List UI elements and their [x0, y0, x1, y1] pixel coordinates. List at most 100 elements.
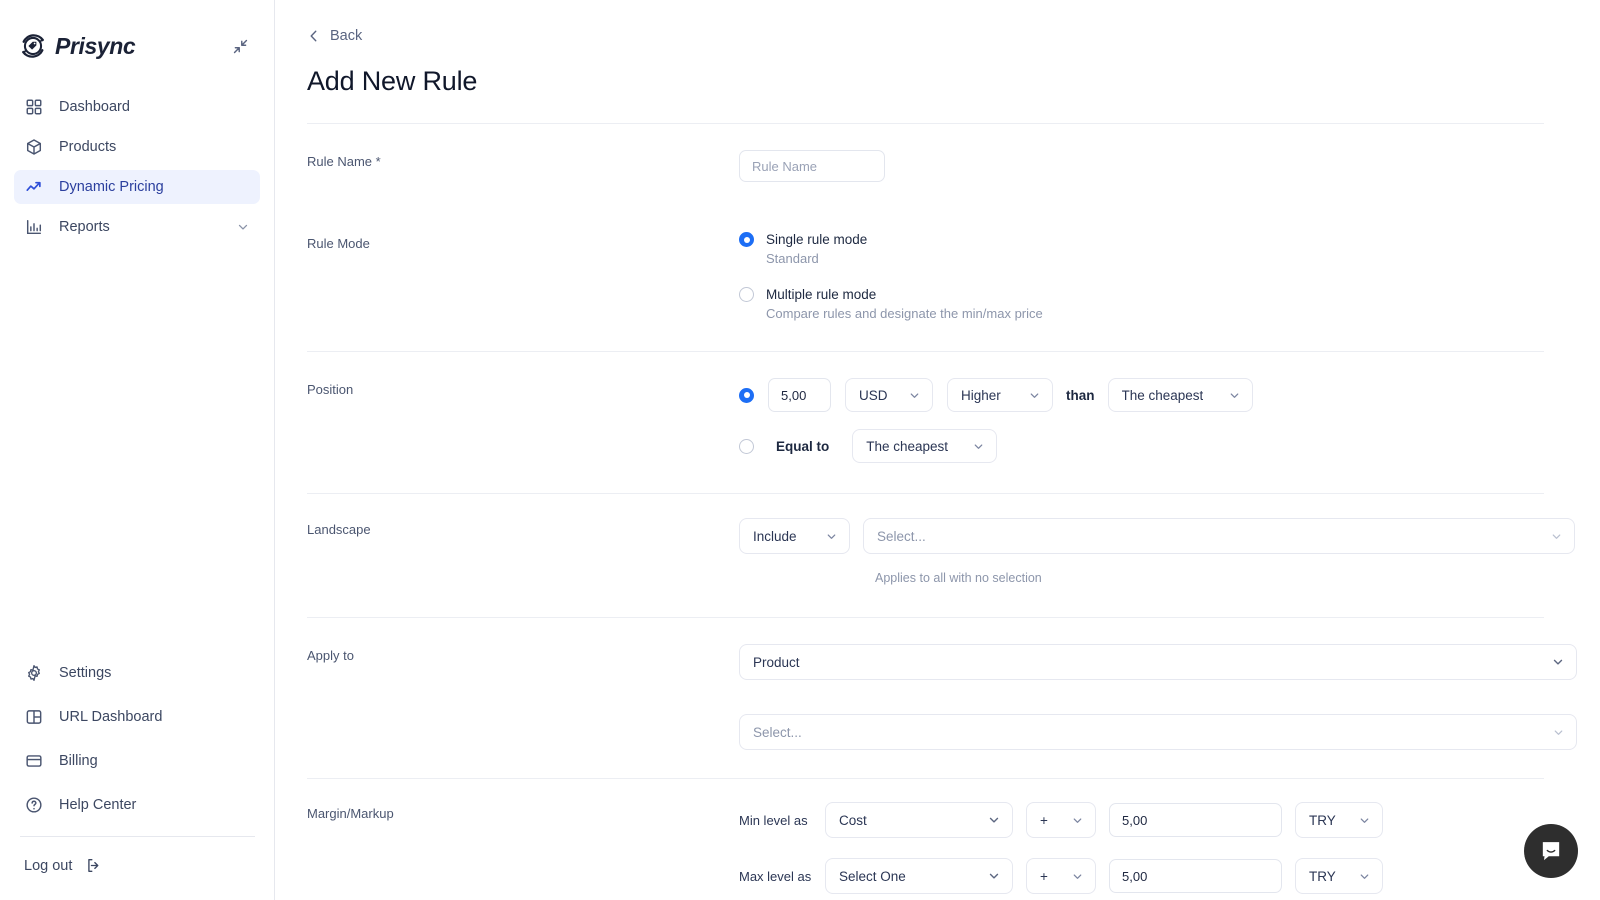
option-subtitle: Standard — [766, 251, 867, 266]
divider-apply-to — [307, 778, 1544, 779]
logout-icon — [85, 857, 102, 874]
chevron-down-icon — [1061, 870, 1084, 883]
position-target-select[interactable]: The cheapest — [1108, 378, 1253, 412]
landscape-mode-select[interactable]: Include — [739, 518, 850, 554]
select-value: Select One — [839, 869, 906, 884]
select-value: USD — [859, 388, 888, 403]
max-level-operator-select[interactable]: + — [1026, 858, 1096, 894]
collapse-sidebar-icon[interactable] — [228, 34, 252, 58]
max-level-currency-select[interactable]: TRY — [1295, 858, 1383, 894]
rule-mode-option-multiple[interactable]: Multiple rule mode Compare rules and des… — [739, 287, 1544, 321]
radio-single-rule-mode[interactable] — [739, 232, 754, 247]
question-circle-icon — [24, 795, 44, 815]
sidebar-item-label: Dynamic Pricing — [59, 179, 164, 195]
min-level-basis-select[interactable]: Cost — [825, 802, 1013, 838]
back-button[interactable]: Back — [307, 28, 387, 44]
logout-button[interactable]: Log out — [14, 837, 261, 900]
field-label: Landscape — [307, 518, 739, 537]
field-label: Rule Mode — [307, 232, 739, 251]
select-value: Higher — [961, 388, 1001, 403]
sidebar-item-dashboard[interactable]: Dashboard — [14, 90, 260, 124]
apply-to-items-select[interactable]: Select... — [739, 714, 1577, 750]
position-equal-target-select[interactable]: The cheapest — [852, 429, 997, 463]
main-content: Back Add New Rule Rule Name * Rule Mode … — [275, 0, 1600, 900]
sidebar-item-reports[interactable]: Reports — [14, 210, 260, 244]
min-level-operator-select[interactable]: + — [1026, 802, 1096, 838]
credit-card-icon — [24, 751, 44, 771]
sidebar-item-label: Dashboard — [59, 99, 130, 115]
sidebar-item-settings[interactable]: Settings — [14, 656, 261, 690]
radio-multiple-rule-mode[interactable] — [739, 287, 754, 302]
chevron-down-icon — [1348, 870, 1371, 883]
chevron-down-icon — [1542, 726, 1565, 739]
chevron-left-icon — [307, 29, 321, 43]
sidebar-item-products[interactable]: Products — [14, 130, 260, 164]
min-level-currency-select[interactable]: TRY — [1295, 802, 1383, 838]
brand-row: Prisync — [0, 0, 274, 66]
grid-icon — [24, 97, 44, 117]
min-level-label: Min level as — [739, 813, 825, 828]
box-icon — [24, 137, 44, 157]
chevron-down-icon — [977, 869, 1001, 883]
chat-widget-button[interactable] — [1524, 824, 1578, 878]
option-title: Multiple rule mode — [766, 287, 1043, 302]
sidebar-item-label: Products — [59, 139, 116, 155]
gear-icon — [24, 663, 44, 683]
prisync-logo-icon — [18, 31, 48, 61]
select-value: The cheapest — [866, 439, 948, 454]
trend-up-icon — [24, 177, 44, 197]
select-value: TRY — [1309, 813, 1336, 828]
apply-to-scope-select[interactable]: Product — [739, 644, 1577, 680]
max-level-basis-select[interactable]: Select One — [825, 858, 1013, 894]
margin-row-max: Max level as Select One + — [739, 858, 1544, 894]
rule-mode-option-single[interactable]: Single rule mode Standard — [739, 232, 1544, 266]
field-label: Rule Name * — [307, 150, 739, 169]
chevron-down-icon — [1348, 814, 1371, 827]
position-direction-select[interactable]: Higher — [947, 378, 1053, 412]
back-label: Back — [330, 28, 362, 44]
page-title: Add New Rule — [307, 66, 1600, 97]
chevron-down-icon — [1541, 655, 1565, 669]
chevron-down-icon — [815, 530, 838, 543]
field-rule-name: Rule Name * — [307, 150, 1544, 182]
messenger-chat-icon — [1538, 838, 1564, 864]
landscape-items-select[interactable]: Select... — [863, 518, 1575, 554]
select-value: Product — [753, 655, 800, 670]
max-level-amount-input[interactable] — [1109, 859, 1282, 893]
radio-position-offset[interactable] — [739, 388, 754, 403]
sidebar-nav-primary: Dashboard Products Dyn — [0, 90, 274, 244]
rule-name-input[interactable] — [739, 150, 885, 182]
select-value: Include — [753, 529, 797, 544]
field-position: Position USD Higher — [307, 378, 1544, 463]
position-than-label: than — [1066, 388, 1095, 403]
position-option-equal: Equal to The cheapest — [739, 429, 1544, 463]
position-option-offset: USD Higher than The cheapest — [739, 378, 1544, 412]
divider-title — [307, 123, 1544, 124]
field-landscape: Landscape Include Select... — [307, 518, 1544, 585]
chevron-down-icon — [962, 440, 985, 453]
divider-position — [307, 493, 1544, 494]
sidebar-item-url-dashboard[interactable]: URL Dashboard — [14, 700, 261, 734]
sidebar-item-dynamic-pricing[interactable]: Dynamic Pricing — [14, 170, 260, 204]
field-label: Margin/Markup — [307, 802, 739, 821]
chevron-down-icon[interactable] — [236, 220, 250, 234]
select-placeholder: Select... — [877, 529, 926, 544]
sidebar-item-help-center[interactable]: Help Center — [14, 788, 261, 822]
brand-name: Prisync — [55, 33, 135, 60]
field-margin-markup: Margin/Markup Min level as Cost + — [307, 802, 1544, 894]
divider-landscape — [307, 617, 1544, 618]
chevron-down-icon — [977, 813, 1001, 827]
bar-chart-icon — [24, 217, 44, 237]
select-value: The cheapest — [1122, 388, 1204, 403]
max-level-label: Max level as — [739, 869, 825, 884]
option-subtitle: Compare rules and designate the min/max … — [766, 306, 1043, 321]
radio-position-equal[interactable] — [739, 439, 754, 454]
sidebar-item-billing[interactable]: Billing — [14, 744, 261, 778]
chevron-down-icon — [1018, 389, 1041, 402]
position-currency-select[interactable]: USD — [845, 378, 933, 412]
field-label: Apply to — [307, 644, 739, 663]
select-placeholder: Select... — [753, 725, 802, 740]
position-amount-input[interactable] — [768, 378, 831, 412]
divider-rule-mode — [307, 351, 1544, 352]
min-level-amount-input[interactable] — [1109, 803, 1282, 837]
